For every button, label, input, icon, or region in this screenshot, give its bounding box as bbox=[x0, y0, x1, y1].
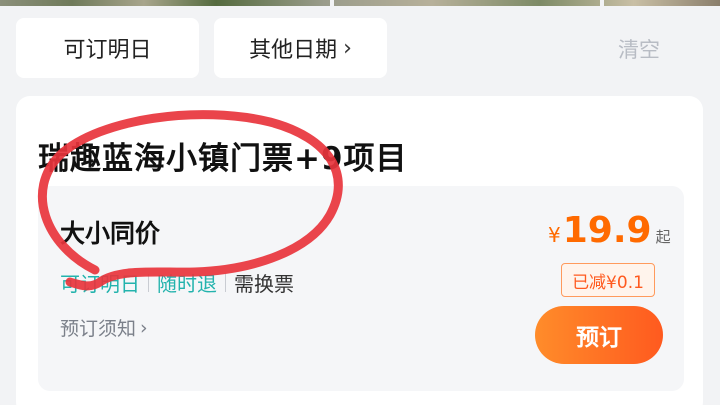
ticket-price: ¥ 19.9 起 bbox=[548, 210, 671, 251]
date-chip-tomorrow[interactable]: 可订明日 bbox=[16, 18, 199, 78]
tag-book-tomorrow: 可订明日 bbox=[60, 272, 140, 296]
photo-divider bbox=[330, 0, 334, 6]
price-suffix: 起 bbox=[655, 228, 671, 246]
book-button[interactable]: 预订 bbox=[535, 306, 663, 364]
photo-divider bbox=[600, 0, 604, 6]
tag-divider bbox=[225, 273, 226, 292]
price-currency: ¥ bbox=[548, 223, 561, 247]
header-photo-strip bbox=[0, 0, 720, 6]
ticket-tags: 可订明日 随时退 需换票 bbox=[60, 268, 294, 297]
clear-button[interactable]: 清空 bbox=[618, 34, 660, 64]
date-chip-other-dates[interactable]: 其他日期 › bbox=[214, 18, 387, 78]
product-title: 瑞趣蓝海小镇门票+9项目 bbox=[38, 141, 408, 177]
booking-notice-link[interactable]: 预订须知 › bbox=[60, 314, 148, 341]
price-amount: 19.9 bbox=[562, 210, 652, 251]
tag-divider bbox=[148, 273, 149, 292]
date-chip-tomorrow-label: 可订明日 bbox=[63, 38, 152, 63]
tag-exchange-required: 需换票 bbox=[234, 272, 294, 296]
chevron-right-icon: › bbox=[343, 35, 352, 61]
tag-refund-anytime: 随时退 bbox=[157, 272, 217, 296]
chevron-right-icon: › bbox=[140, 316, 148, 339]
booking-notice-label: 预订须知 bbox=[60, 318, 137, 340]
discount-badge: 已减¥0.1 bbox=[561, 263, 655, 297]
ticket-name: 大小同价 bbox=[60, 219, 161, 248]
date-chip-other-label: 其他日期 bbox=[249, 38, 338, 63]
